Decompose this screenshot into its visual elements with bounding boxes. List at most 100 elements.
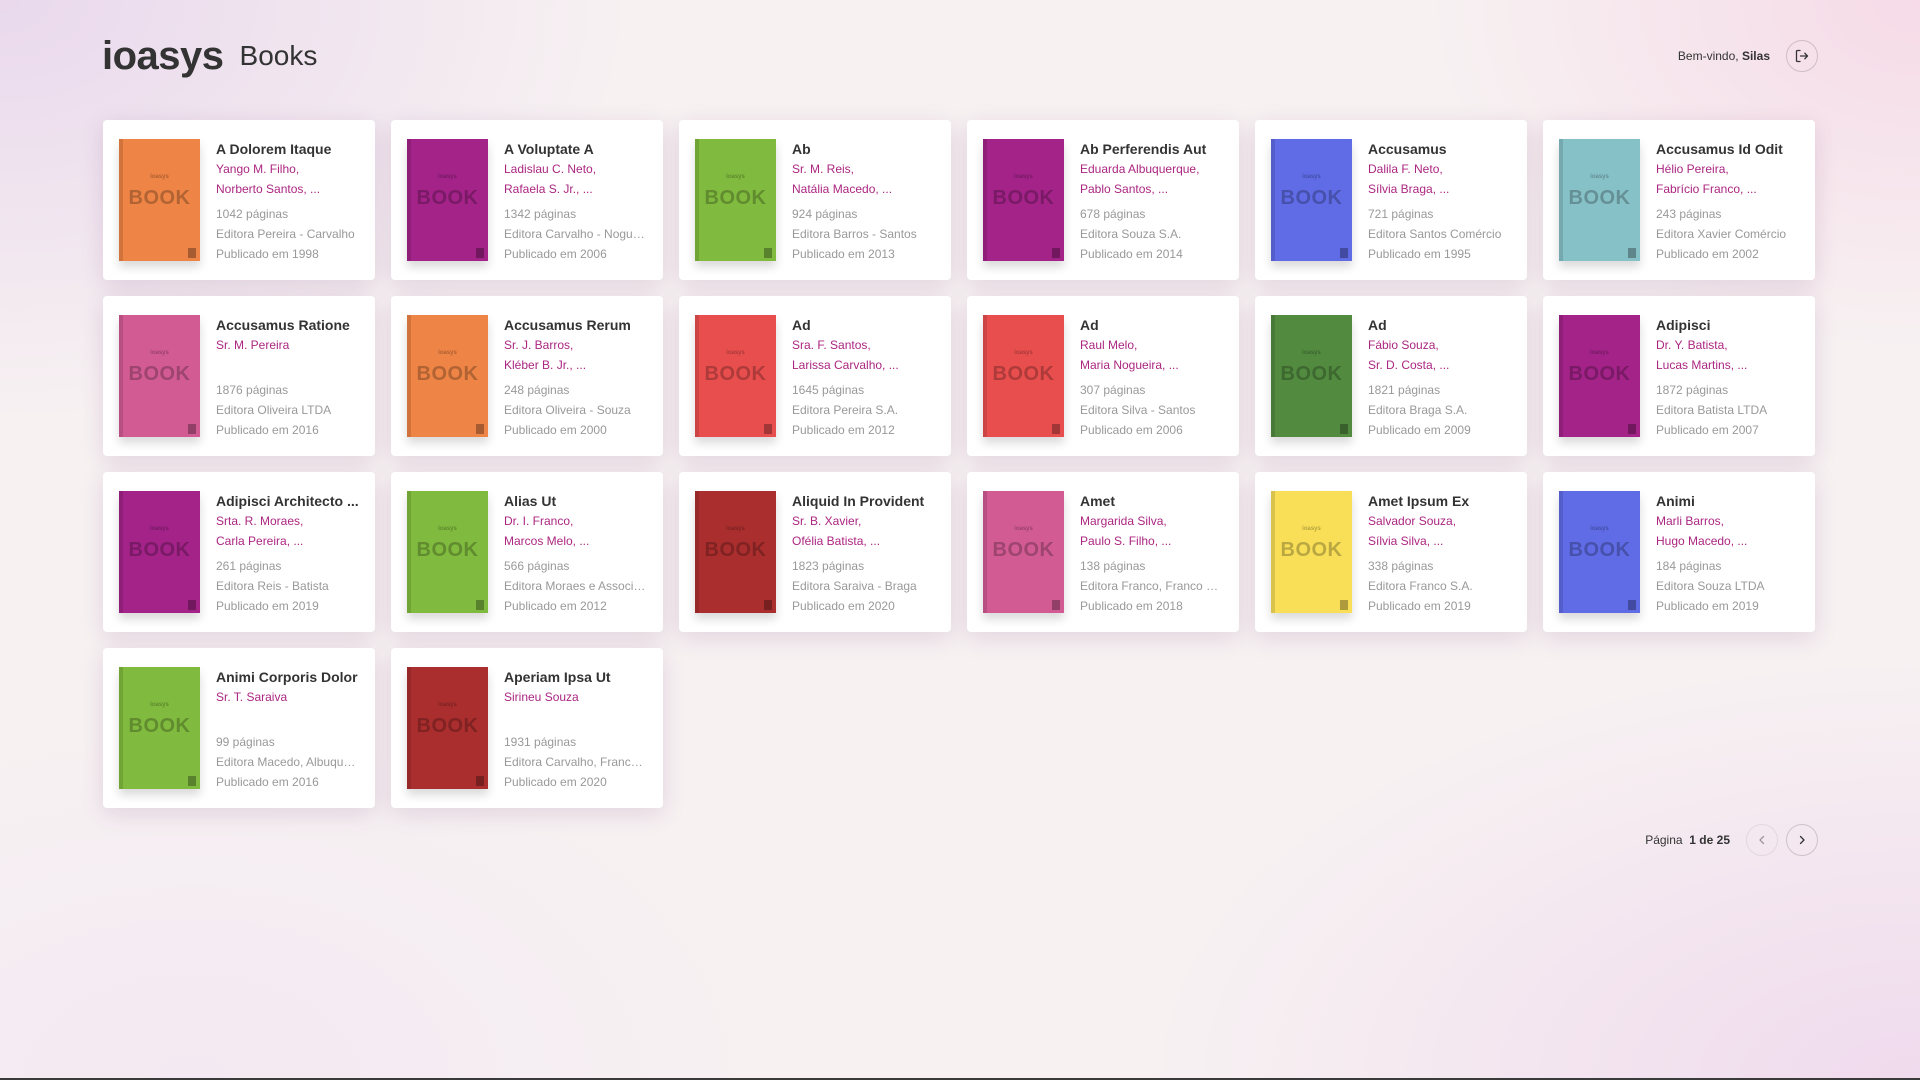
cover-word: BOOK [128,363,191,385]
book-cover: ioasys BOOK [1271,315,1352,437]
book-title: Accusamus [1368,141,1447,157]
book-publisher: Editora Franco, Franco e Associados [1080,579,1223,593]
book-info: Ab Perferendis Aut Eduarda Albuquerque, Pa… [1080,139,1223,264]
book-info: Ab Sr. M. Reis, Natália Macedo, ... 924 pág… [792,139,935,264]
book-pages: 307 páginas [1080,383,1146,397]
page-indicator: Página 1 de 25 [1645,833,1730,847]
cover-word: BOOK [416,539,479,561]
book-info: Accusamus Ratione Sr. M. Pereira 1876 pági… [216,315,359,440]
book-cover: ioasys BOOK [695,491,776,613]
cover-word: BOOK [416,363,479,385]
book-card[interactable]: ioasys BOOK Ad Fábio Souza, Sr. D. Costa, ..… [1255,296,1527,456]
book-card[interactable]: ioasys BOOK Aperiam Ipsa Ut Sirineu Souza 19… [391,648,663,808]
book-pages: 1931 páginas [504,735,577,749]
cover-brand: ioasys [438,350,457,356]
cover-mark [476,248,484,258]
book-details: 924 páginas Editora Barros - Santos Public… [792,204,935,264]
book-cover: ioasys BOOK [1559,139,1640,261]
book-details: 138 páginas Editora Franco, Franco e Asso… [1080,556,1223,616]
book-pages: 1042 páginas [216,207,289,221]
book-info: Amet Ipsum Ex Salvador Souza, Sílvia Silva… [1368,491,1511,616]
book-published: Publicado em 2014 [1080,247,1183,261]
book-info: Adipisci Architecto ... Srta. R. Moraes, C… [216,491,359,616]
book-card[interactable]: ioasys BOOK Amet Margarida Silva, Paulo S. F… [967,472,1239,632]
book-cover: ioasys BOOK [983,315,1064,437]
book-card[interactable]: ioasys BOOK Accusamus Ratione Sr. M. Pereir… [103,296,375,456]
book-publisher: Editora Pereira S.A. [792,403,899,417]
cover-word: BOOK [416,187,479,209]
book-author: Sr. B. Xavier, [792,514,862,528]
book-details: 243 páginas Editora Xavier Comércio Public… [1656,204,1799,264]
book-heading: Adipisci Architecto ... Srta. R. Moraes, C… [216,491,359,551]
prev-page-button[interactable] [1746,824,1778,856]
book-cover: ioasys BOOK [119,491,200,613]
book-card[interactable]: ioasys BOOK Ad Raul Melo, Maria Nogueira, ..… [967,296,1239,456]
book-publisher: Editora Silva - Santos [1080,403,1196,417]
book-info: A Voluptate A Ladislau C. Neto, Rafaela S.… [504,139,647,264]
cover-brand: ioasys [1302,526,1321,532]
book-author: Sirineu Souza [504,690,579,704]
book-publisher: Editora Barros - Santos [792,227,917,241]
book-title: Ab Perferendis Aut [1080,141,1207,157]
book-card[interactable]: ioasys BOOK Alias Ut Dr. I. Franco, Marcos M… [391,472,663,632]
book-heading: Ad Raul Melo, Maria Nogueira, ... [1080,315,1223,375]
book-cover: ioasys BOOK [119,315,200,437]
cover-brand: ioasys [1590,174,1609,180]
book-heading: Accusamus Id Odit Hélio Pereira, Fabrício … [1656,139,1799,199]
book-card[interactable]: ioasys BOOK Adipisci Dr. Y. Batista, Lucas M… [1543,296,1815,456]
book-card[interactable]: ioasys BOOK A Dolorem Itaque Yango M. Filho… [103,120,375,280]
logout-button[interactable] [1786,40,1818,72]
book-heading: Accusamus Dalila F. Neto, Sílvia Braga, ..… [1368,139,1511,199]
book-heading: Aperiam Ipsa Ut Sirineu Souza [504,667,647,707]
book-cover: ioasys BOOK [983,491,1064,613]
book-grid: ioasys BOOK A Dolorem Itaque Yango M. Filho… [103,120,1815,808]
cover-word: BOOK [1280,363,1343,385]
book-info: Ad Sra. F. Santos, Larissa Carvalho, ... 16… [792,315,935,440]
cover-brand: ioasys [150,174,169,180]
book-card[interactable]: ioasys BOOK Animi Marli Barros, Hugo Macedo,… [1543,472,1815,632]
book-card[interactable]: ioasys BOOK Accusamus Id Odit Hélio Pereira… [1543,120,1815,280]
book-title: Alias Ut [504,493,557,509]
cover-brand: ioasys [1014,526,1033,532]
book-card[interactable]: ioasys BOOK Amet Ipsum Ex Salvador Souza, Sí… [1255,472,1527,632]
book-title: Adipisci [1656,317,1711,333]
book-card[interactable]: ioasys BOOK Adipisci Architecto ... Srta. R… [103,472,375,632]
book-card[interactable]: ioasys BOOK Animi Corporis Dolor Sr. T. Sar… [103,648,375,808]
book-cover: ioasys BOOK [695,315,776,437]
book-cover: ioasys BOOK [407,667,488,789]
next-page-button[interactable] [1786,824,1818,856]
book-author: Raul Melo, [1080,338,1138,352]
book-cover: ioasys BOOK [1559,491,1640,613]
book-cover: ioasys BOOK [983,139,1064,261]
book-card[interactable]: ioasys BOOK Ab Perferendis Aut Eduarda Albu… [967,120,1239,280]
chevron-right-icon [1799,835,1805,845]
cover-mark [188,248,196,258]
book-heading: Accusamus Ratione Sr. M. Pereira [216,315,359,355]
book-title: Aperiam Ipsa Ut [504,669,611,685]
book-card[interactable]: ioasys BOOK Aliquid In Provident Sr. B. Xav… [679,472,951,632]
book-info: Ad Fábio Souza, Sr. D. Costa, ... 1821 pági… [1368,315,1511,440]
cover-word: BOOK [704,363,767,385]
book-card[interactable]: ioasys BOOK Accusamus Rerum Sr. J. Barros, K… [391,296,663,456]
book-published: Publicado em 2012 [792,423,895,437]
book-author: Sr. J. Barros, [504,338,574,352]
book-pages: 248 páginas [504,383,570,397]
page-separator: de [1699,833,1714,847]
book-details: 307 páginas Editora Silva - Santos Publica… [1080,380,1223,440]
book-title: Amet [1080,493,1116,509]
cover-brand: ioasys [726,526,745,532]
book-title: Ad [1368,317,1387,333]
book-author: Yango M. Filho, [216,162,300,176]
book-publisher: Editora Xavier Comércio [1656,227,1787,241]
cover-mark [1340,248,1348,258]
book-author: Dr. I. Franco, [504,514,574,528]
book-card[interactable]: ioasys BOOK A Voluptate A Ladislau C. Neto,… [391,120,663,280]
book-published: Publicado em 1995 [1368,247,1471,261]
book-card[interactable]: ioasys BOOK Accusamus Dalila F. Neto, Sílvia… [1255,120,1527,280]
book-info: Adipisci Dr. Y. Batista, Lucas Martins, ..… [1656,315,1799,440]
cover-mark [1628,600,1636,610]
book-pages: 924 páginas [792,207,858,221]
cover-word: BOOK [1568,187,1631,209]
book-card[interactable]: ioasys BOOK Ab Sr. M. Reis, Natália Macedo, … [679,120,951,280]
book-card[interactable]: ioasys BOOK Ad Sra. F. Santos, Larissa Carva… [679,296,951,456]
